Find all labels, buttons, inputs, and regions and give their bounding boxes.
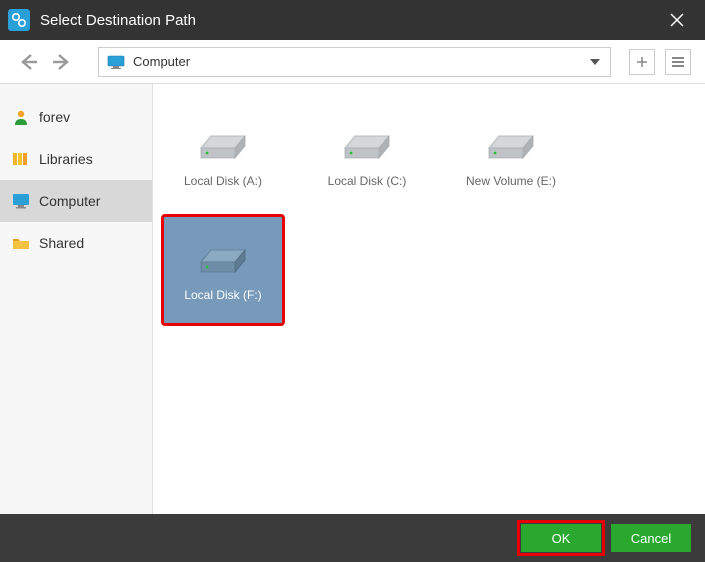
titlebar: Select Destination Path	[0, 0, 705, 40]
libraries-icon	[12, 150, 30, 168]
cancel-button[interactable]: Cancel	[611, 524, 691, 552]
path-text: Computer	[133, 54, 580, 69]
dialog-window: Select Destination Path	[0, 0, 705, 562]
back-button[interactable]	[14, 48, 42, 76]
sidebar-item-shared[interactable]: Shared	[0, 222, 152, 264]
chevron-down-icon[interactable]	[588, 55, 602, 69]
arrow-left-icon	[17, 51, 39, 73]
content-pane: Local Disk (A:) Local Disk (C:)	[153, 84, 705, 514]
new-folder-button[interactable]	[629, 49, 655, 75]
drive-label: New Volume (E:)	[466, 174, 556, 188]
sidebar-item-computer[interactable]: Computer	[0, 180, 152, 222]
view-list-button[interactable]	[665, 49, 691, 75]
sidebar-item-label: Shared	[39, 235, 84, 251]
drive-item[interactable]: Local Disk (C:)	[307, 102, 427, 210]
sidebar-item-user[interactable]: forev	[0, 96, 152, 138]
body-area: forev Libraries	[0, 84, 705, 514]
path-bar[interactable]: Computer	[98, 47, 611, 77]
app-icon	[8, 9, 30, 31]
drive-icon	[193, 124, 253, 164]
sidebar: forev Libraries	[0, 84, 153, 514]
ok-button[interactable]: OK	[521, 524, 601, 552]
monitor-icon	[12, 192, 30, 210]
sidebar-item-label: forev	[39, 109, 70, 125]
close-button[interactable]	[657, 0, 697, 40]
user-icon	[12, 108, 30, 126]
drive-label: Local Disk (C:)	[328, 174, 407, 188]
monitor-icon	[107, 55, 125, 69]
arrow-right-icon	[51, 51, 73, 73]
sidebar-item-label: Computer	[39, 193, 100, 209]
folder-icon	[12, 234, 30, 252]
footer: OK Cancel	[0, 514, 705, 562]
drive-label: Local Disk (F:)	[184, 288, 261, 302]
drive-icon	[337, 124, 397, 164]
close-icon	[670, 13, 684, 27]
drive-icon	[481, 124, 541, 164]
drive-item[interactable]: Local Disk (F:)	[163, 216, 283, 324]
sidebar-item-libraries[interactable]: Libraries	[0, 138, 152, 180]
window-title: Select Destination Path	[40, 12, 657, 29]
toolbar: Computer	[0, 40, 705, 84]
plus-icon	[635, 55, 649, 69]
drive-item[interactable]: New Volume (E:)	[451, 102, 571, 210]
list-icon	[671, 55, 685, 69]
sidebar-item-label: Libraries	[39, 151, 93, 167]
forward-button[interactable]	[48, 48, 76, 76]
drive-item[interactable]: Local Disk (A:)	[163, 102, 283, 210]
drive-icon	[193, 238, 253, 278]
drive-label: Local Disk (A:)	[184, 174, 262, 188]
